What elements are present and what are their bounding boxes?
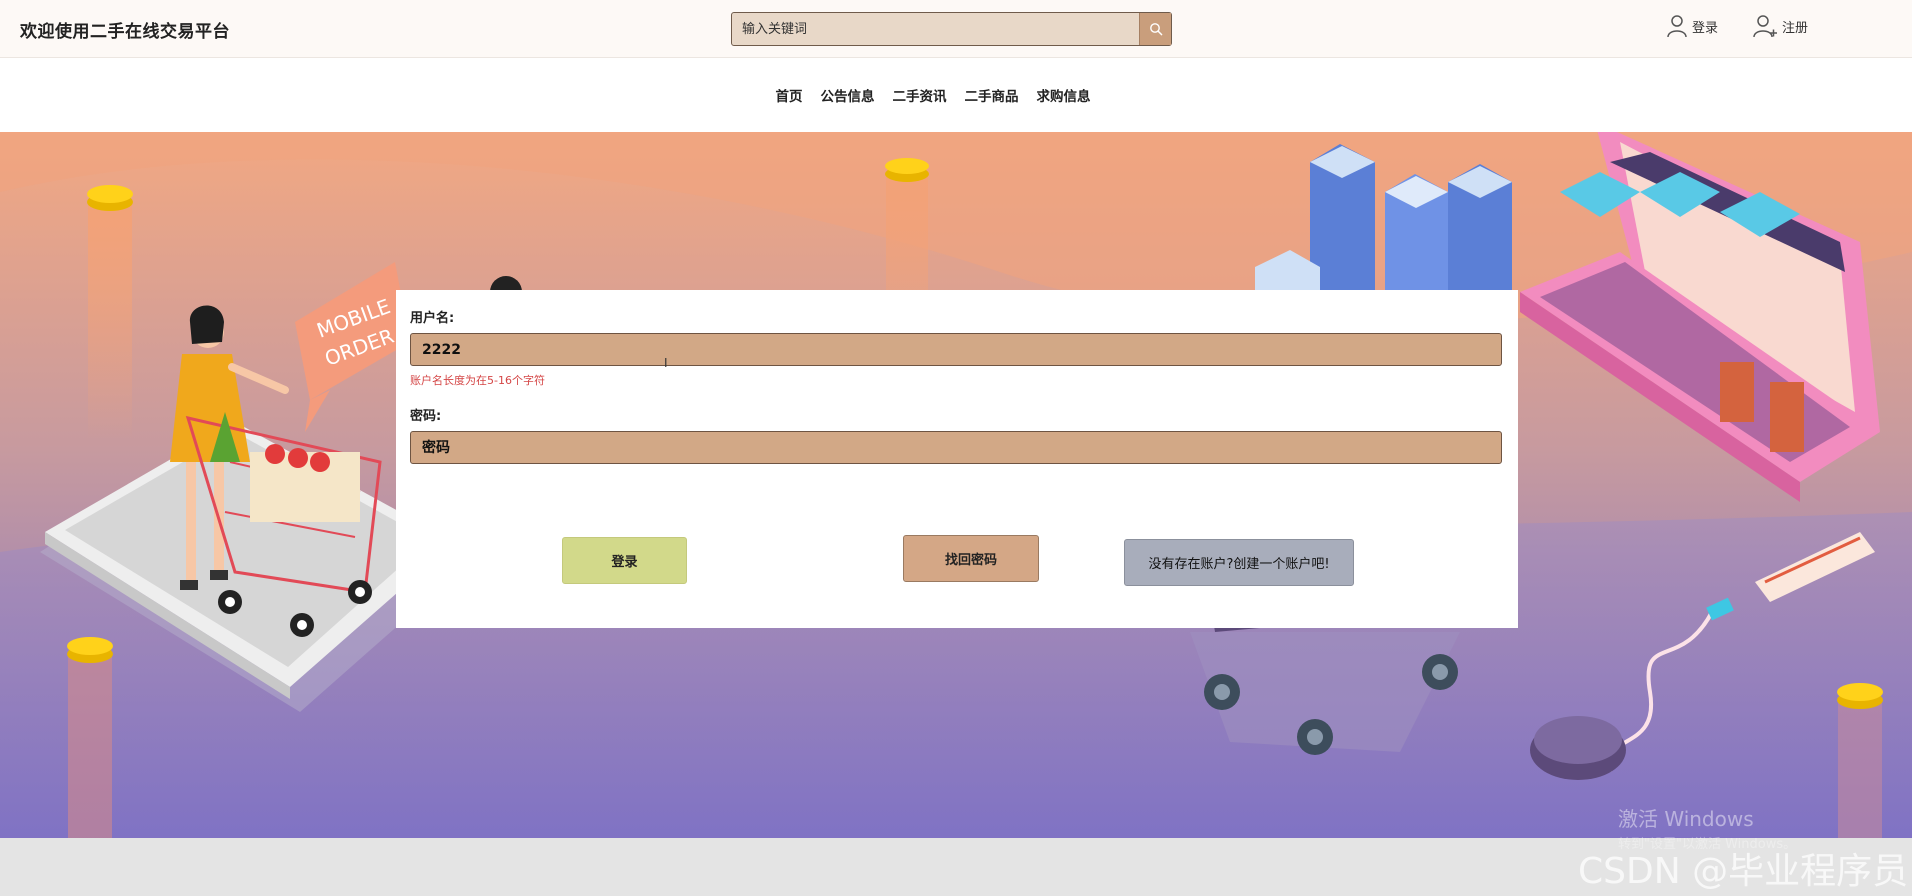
site-title: 欢迎使用二手在线交易平台 [20, 22, 230, 42]
nav-item-announcements[interactable]: 公告信息 [821, 85, 875, 105]
coin-pillar-left [87, 185, 133, 440]
login-form: 用户名: Ⅰ 账户名长度为在5-16个字符 密码: 登录 找回密码 没有存在账户… [396, 290, 1518, 628]
password-label: 密码: [410, 409, 442, 424]
search-icon [1149, 23, 1162, 36]
coin-pillar-right [1837, 683, 1883, 838]
search-input[interactable] [732, 13, 1140, 45]
header-login-link[interactable]: 登录 [1666, 12, 1718, 40]
user-icon [1667, 15, 1687, 38]
text-cursor-icon: Ⅰ [664, 356, 668, 370]
header-login-label: 登录 [1692, 20, 1719, 36]
csdn-watermark: CSDN @毕业程序员 [1578, 851, 1909, 892]
top-header: 欢迎使用二手在线交易平台 登录 注册 [0, 0, 1912, 58]
search-button[interactable] [1139, 13, 1171, 45]
main-nav: 首页 公告信息 二手资讯 二手商品 求购信息 [0, 58, 1912, 132]
forgot-password-button[interactable]: 找回密码 [903, 535, 1039, 582]
username-input[interactable] [410, 333, 1502, 366]
coin-pillar-bottom-left [67, 637, 113, 838]
windows-activation-watermark: 激活 Windows [1618, 807, 1754, 831]
create-account-button[interactable]: 没有存在账户?创建一个账户吧! [1124, 539, 1354, 586]
add-user-icon [1753, 15, 1777, 38]
nav-item-products[interactable]: 二手商品 [965, 85, 1019, 105]
username-error-message: 账户名长度为在5-16个字符 [410, 374, 545, 387]
header-register-link[interactable]: 注册 [1752, 12, 1808, 40]
username-label: 用户名: [410, 311, 455, 326]
nav-item-wanted[interactable]: 求购信息 [1037, 85, 1091, 105]
password-input[interactable] [410, 431, 1502, 464]
nav-item-news[interactable]: 二手资讯 [893, 85, 947, 105]
login-button[interactable]: 登录 [562, 537, 687, 584]
search-box [731, 12, 1172, 46]
nav-item-home[interactable]: 首页 [776, 85, 803, 105]
header-register-label: 注册 [1782, 20, 1809, 36]
